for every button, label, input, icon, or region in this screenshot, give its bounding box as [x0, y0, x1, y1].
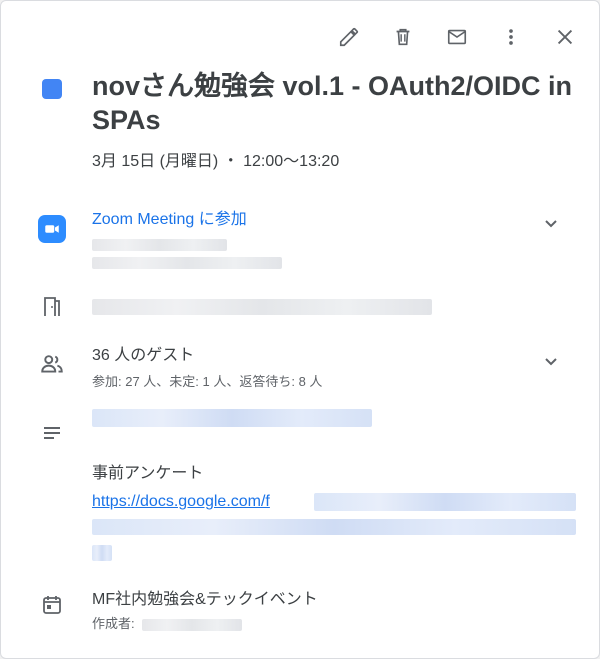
- link-redacted-tail: [314, 493, 576, 511]
- close-icon: [557, 29, 573, 45]
- survey-link[interactable]: https://docs.google.com/f: [92, 493, 270, 510]
- mail-icon: [447, 29, 467, 45]
- chevron-down-icon[interactable]: [539, 349, 563, 373]
- delete-button[interactable]: [385, 19, 421, 55]
- email-guests-button[interactable]: [439, 19, 475, 55]
- pencil-icon: [339, 27, 359, 47]
- join-zoom-link[interactable]: Zoom Meeting に参加: [92, 205, 575, 229]
- zoom-video-icon: [38, 215, 66, 243]
- description-redacted-line: [92, 409, 372, 427]
- description-heading: 事前アンケート: [92, 465, 204, 482]
- more-vert-icon: [509, 29, 513, 45]
- notes-icon: [44, 427, 60, 439]
- guest-response-summary: 参加: 27 人、未定: 1 人、返答待ち: 8 人: [92, 374, 323, 389]
- link-redacted-line-2: [92, 519, 576, 535]
- passcode-redacted: [92, 257, 282, 269]
- location-redacted: [92, 299, 432, 315]
- creator-label: 作成者:: [92, 616, 135, 631]
- event-color-indicator: [42, 79, 62, 99]
- event-creator: 作成者:: [92, 613, 575, 632]
- event-datetime: 3月 15日 (月曜日) ・ 12:00〜13:20: [92, 153, 340, 170]
- creator-redacted: [142, 618, 243, 631]
- door-icon: [44, 297, 60, 316]
- meeting-id-redacted: [92, 239, 227, 251]
- calendar-name: MF社内勉強会&テックイベント: [92, 591, 318, 608]
- link-redacted-line-3: [92, 545, 112, 561]
- close-button[interactable]: [547, 19, 583, 55]
- trash-icon: [396, 28, 410, 46]
- event-details-card: novさん勉強会 vol.1 - OAuth2/OIDC in SPAs 3月 …: [0, 0, 600, 659]
- chevron-down-icon[interactable]: [539, 211, 563, 235]
- calendar-icon: [43, 596, 61, 614]
- people-icon: [41, 355, 63, 373]
- event-toolbar: [331, 19, 583, 55]
- edit-button[interactable]: [331, 19, 367, 55]
- event-title: novさん勉強会 vol.1 - OAuth2/OIDC in SPAs: [92, 71, 573, 135]
- guest-count: 36 人のゲスト: [92, 347, 195, 364]
- more-options-button[interactable]: [493, 19, 529, 55]
